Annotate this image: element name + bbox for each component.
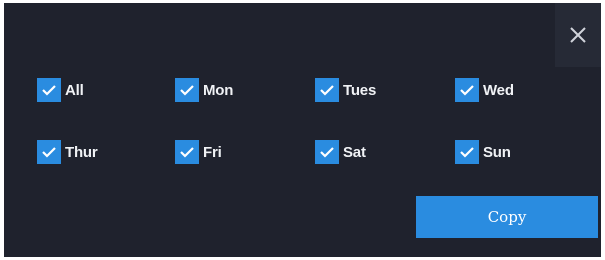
checkbox-box[interactable] (175, 78, 199, 102)
checkbox-label-tues: Tues (343, 81, 377, 99)
day-row-2: Thur Fri Sat Sun (37, 140, 567, 172)
checkbox-sun[interactable]: Sun (455, 140, 511, 164)
day-checkbox-grid: All Mon Tues Wed Thur Fri Sat Sun (37, 78, 567, 202)
checkmark-icon (180, 85, 194, 96)
checkbox-box[interactable] (455, 140, 479, 164)
checkbox-mon[interactable]: Mon (175, 78, 233, 102)
checkmark-icon (320, 85, 334, 96)
checkbox-box[interactable] (37, 78, 61, 102)
checkbox-label-all: All (65, 81, 84, 99)
checkbox-wed[interactable]: Wed (455, 78, 514, 102)
close-button[interactable] (555, 3, 601, 67)
copy-days-dialog: All Mon Tues Wed Thur Fri Sat Sun Copy (4, 3, 601, 257)
checkbox-box[interactable] (315, 78, 339, 102)
checkbox-box[interactable] (37, 140, 61, 164)
checkbox-tues[interactable]: Tues (315, 78, 376, 102)
checkmark-icon (42, 147, 56, 158)
checkbox-box[interactable] (175, 140, 199, 164)
checkbox-label-mon: Mon (203, 81, 234, 99)
checkbox-label-wed: Wed (483, 81, 514, 99)
checkbox-fri[interactable]: Fri (175, 140, 222, 164)
checkbox-all[interactable]: All (37, 78, 84, 102)
checkbox-label-sat: Sat (343, 143, 366, 161)
checkbox-box[interactable] (315, 140, 339, 164)
checkbox-box[interactable] (455, 78, 479, 102)
copy-button[interactable]: Copy (416, 196, 598, 238)
checkbox-label-sun: Sun (483, 143, 511, 161)
checkbox-label-thur: Thur (65, 143, 98, 161)
close-icon (570, 27, 586, 43)
checkbox-sat[interactable]: Sat (315, 140, 366, 164)
checkbox-label-fri: Fri (203, 143, 222, 161)
day-row-1: All Mon Tues Wed (37, 78, 567, 110)
checkmark-icon (460, 147, 474, 158)
checkmark-icon (42, 85, 56, 96)
checkmark-icon (320, 147, 334, 158)
checkmark-icon (180, 147, 194, 158)
checkbox-thur[interactable]: Thur (37, 140, 98, 164)
checkmark-icon (460, 85, 474, 96)
